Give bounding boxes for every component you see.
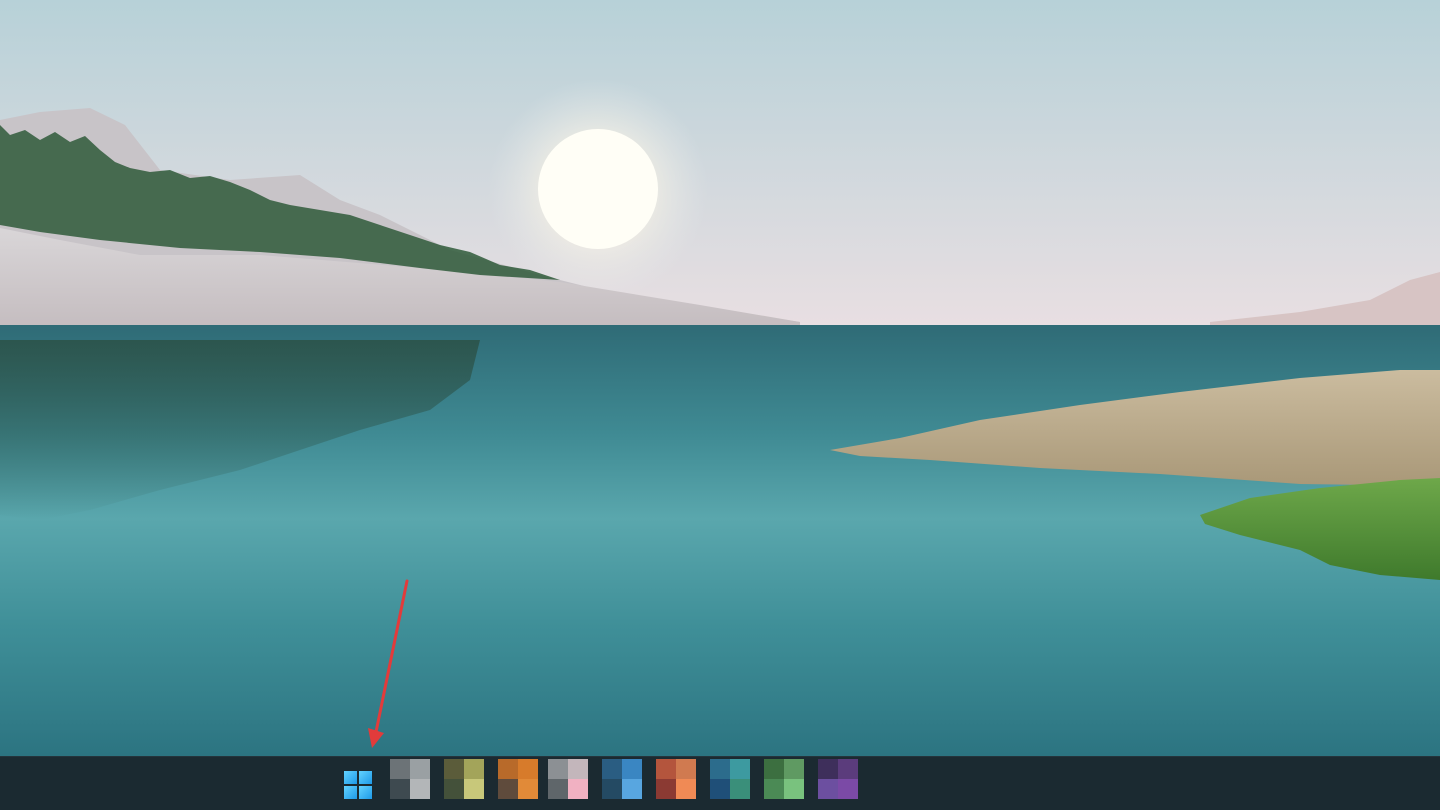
- pinned-app-4-icon[interactable]: [548, 759, 588, 809]
- pinned-app-2-icon[interactable]: [444, 759, 484, 809]
- pinned-app-9-icon[interactable]: [818, 759, 858, 809]
- pinned-app-1-icon[interactable]: [390, 759, 430, 809]
- pinned-app-5-icon[interactable]: [602, 759, 642, 809]
- desktop: [0, 0, 1440, 810]
- pinned-app-6-icon[interactable]: [656, 759, 696, 809]
- taskbar: [0, 756, 1440, 810]
- start-button[interactable]: [338, 765, 378, 805]
- windows-logo-icon: [344, 771, 372, 799]
- pinned-app-7-icon[interactable]: [710, 759, 750, 809]
- pinned-app-8-icon[interactable]: [764, 759, 804, 809]
- pinned-app-3-icon[interactable]: [498, 759, 538, 809]
- desktop-wallpaper: [0, 0, 1440, 756]
